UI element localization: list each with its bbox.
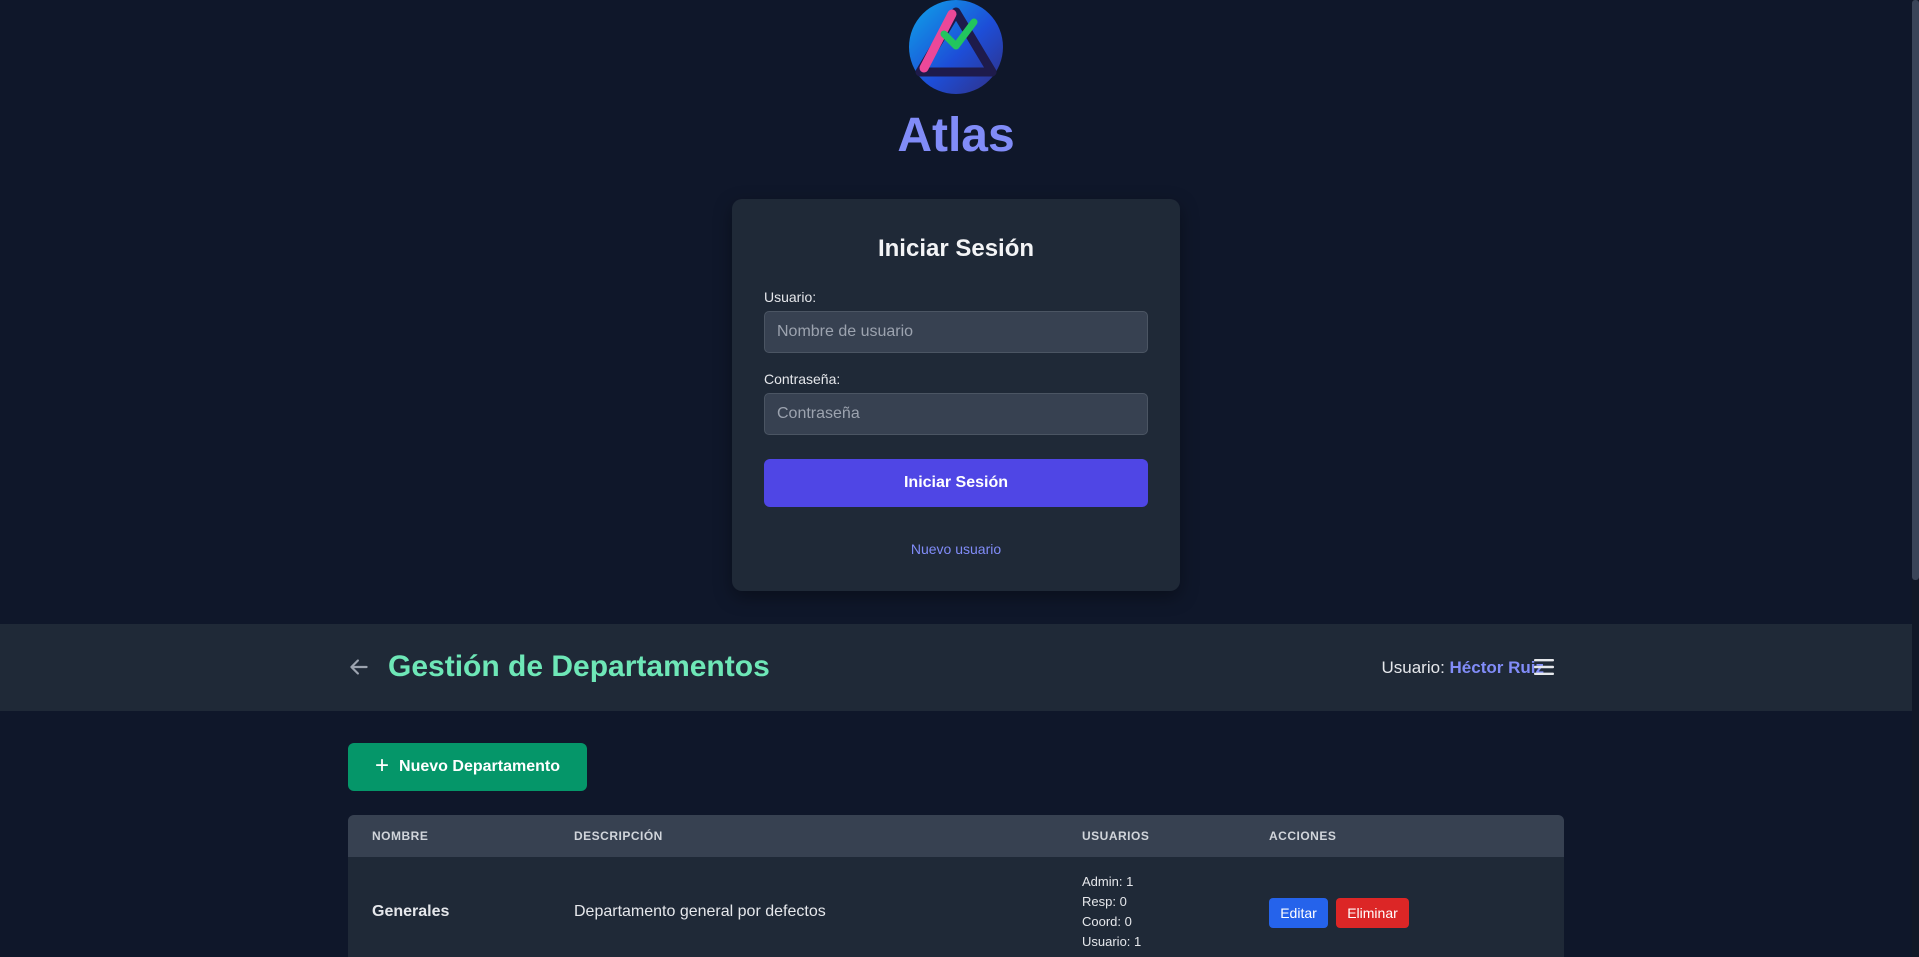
username-input[interactable] (764, 311, 1148, 353)
column-header-actions: ACCIONES (1269, 829, 1337, 843)
password-input[interactable] (764, 393, 1148, 435)
brand-title: Atlas (897, 109, 1015, 162)
user-name: Héctor Ruiz (1449, 658, 1544, 677)
user-count-usuario: Usuario: 1 (1082, 934, 1142, 949)
table-header: NOMBRE DESCRIPCIÓN USUARIOS ACCIONES (348, 815, 1564, 857)
hamburger-menu-icon[interactable] (1532, 656, 1556, 678)
departments-table: NOMBRE DESCRIPCIÓN USUARIOS ACCIONES Gen… (348, 815, 1564, 957)
edit-button[interactable]: Editar (1269, 898, 1328, 928)
page-title: Gestión de Departamentos (388, 650, 770, 683)
login-card: Iniciar Sesión Usuario: Contraseña: Inic… (732, 199, 1180, 591)
user-info: Usuario: Héctor Ruiz (1381, 658, 1544, 678)
scrollbar-thumb[interactable] (1912, 0, 1919, 580)
column-header-name: NOMBRE (372, 829, 429, 843)
column-header-users: USUARIOS (1082, 829, 1150, 843)
user-count-admin: Admin: 1 (1082, 874, 1134, 889)
arrow-left-icon[interactable] (346, 654, 372, 680)
departments-header: Gestión de Departamentos Usuario: Héctor… (0, 624, 1912, 711)
login-button[interactable]: Iniciar Sesión (764, 459, 1148, 507)
atlas-logo-icon (909, 0, 1003, 94)
user-count-coord: Coord: 0 (1082, 914, 1132, 929)
new-department-button[interactable]: + Nuevo Departamento (348, 743, 587, 791)
column-header-description: DESCRIPCIÓN (574, 829, 663, 843)
delete-button[interactable]: Eliminar (1336, 898, 1409, 928)
user-prefix: Usuario: (1381, 658, 1445, 677)
department-user-counts: Admin: 1 Resp: 0 Coord: 0 Usuario: 1 (1082, 872, 1141, 952)
login-heading: Iniciar Sesión (877, 235, 1035, 262)
page: Atlas Iniciar Sesión Usuario: Contraseña… (0, 0, 1919, 957)
new-department-label: Nuevo Departamento (399, 758, 560, 775)
username-label: Usuario: (764, 289, 817, 305)
new-user-link[interactable]: Nuevo usuario (732, 541, 1180, 557)
department-name: Generales (372, 903, 450, 920)
department-description: Departamento general por defectos (574, 903, 826, 920)
password-label: Contraseña: (764, 371, 841, 387)
plus-icon: + (375, 752, 390, 779)
user-count-resp: Resp: 0 (1082, 894, 1127, 909)
page-scrollbar[interactable] (1912, 0, 1919, 957)
